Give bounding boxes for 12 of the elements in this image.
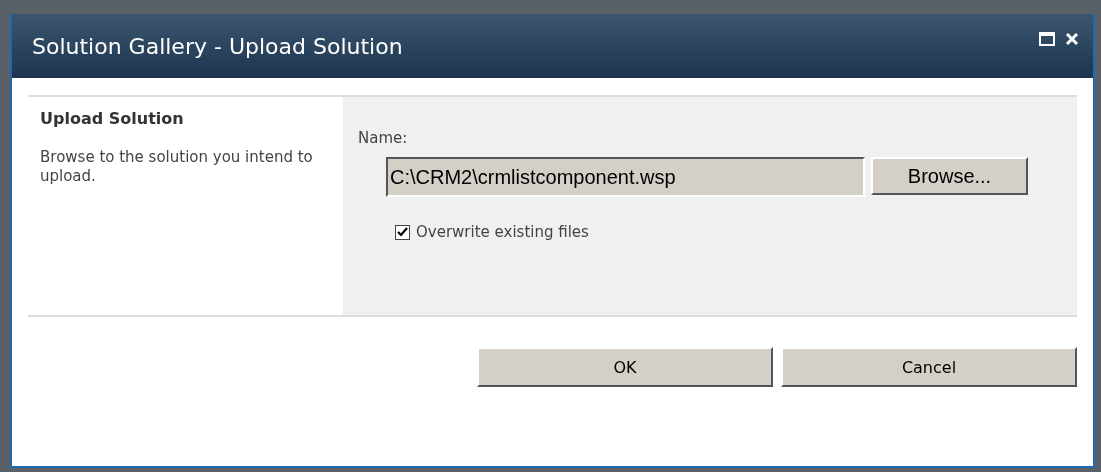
window-title: Solution Gallery - Upload Solution: [32, 33, 403, 59]
close-icon[interactable]: [1065, 32, 1079, 46]
maximize-icon[interactable]: [1039, 32, 1055, 46]
section-heading: Upload Solution: [40, 109, 185, 128]
ok-button[interactable]: OK: [477, 347, 773, 387]
checkbox[interactable]: [395, 224, 410, 240]
field-label: Name:: [358, 129, 409, 147]
checkbox-label: Overwrite existing files: [416, 223, 589, 241]
browse-button[interactable]: Browse...: [871, 157, 1028, 195]
cancel-button[interactable]: Cancel: [781, 347, 1077, 387]
file-path-field[interactable]: C:\CRM2\crmlistcomponent.wsp: [386, 157, 865, 197]
section-description: Browse to the solution you intend to upload.: [40, 148, 314, 186]
